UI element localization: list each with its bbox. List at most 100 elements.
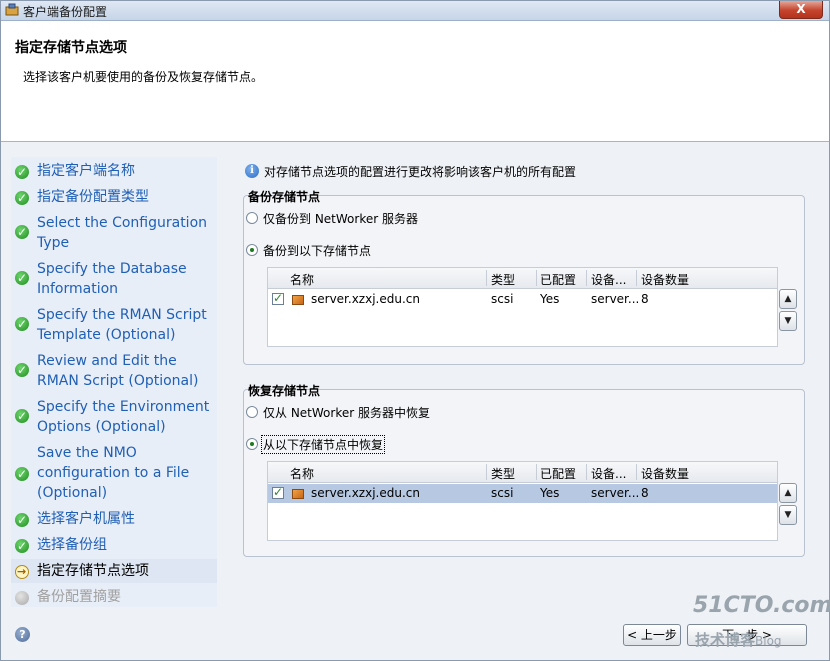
current-step-arrow-icon [15,562,29,582]
step-label: Save the NMO configuration to a File (Op… [37,445,190,501]
step-item-rman-template[interactable]: Specify the RMAN Script Template (Option… [11,305,217,347]
cell-device-count: 8 [641,486,649,500]
backup-server-only-radio[interactable] [246,212,258,224]
column-divider[interactable] [486,464,487,480]
table-row[interactable]: server.xzxj.edu.cn scsi Yes server... 8 [268,290,777,309]
storage-node-icon [292,489,304,499]
step-item-environment[interactable]: Specify the Environment Options (Optiona… [11,397,217,439]
column-header-type[interactable]: 类型 [491,271,515,288]
pending-step-icon [15,591,29,605]
storage-node-icon [292,295,304,305]
cell-configured: Yes [540,486,560,500]
recover-group-title: 恢复存储节点 [248,384,321,398]
row-checkbox[interactable] [272,291,284,305]
page-subtitle: 选择该客户机要使用的备份及恢复存储节点。 [23,70,264,84]
backup-move-up-button[interactable]: ▲ [779,289,797,309]
backup-following-radio[interactable] [246,244,258,256]
cell-name: server.xzxj.edu.cn [311,486,420,500]
recover-node-table: 名称 类型 已配置 设备... 设备数量 server.xzxj.edu.cn … [267,461,778,541]
step-label: 指定存储节点选项 [37,563,149,579]
step-item-configuration-type[interactable]: Select the Configuration Type [11,213,217,255]
help-icon[interactable]: ? [15,627,30,642]
backup-move-down-button[interactable]: ▼ [779,311,797,331]
row-checkbox[interactable] [272,485,284,499]
step-item-database-info[interactable]: Specify the Database Information [11,259,217,301]
recover-move-up-button[interactable]: ▲ [779,483,797,503]
page-title: 指定存储节点选项 [15,40,127,56]
app-icon [5,3,19,16]
check-icon [15,406,29,426]
table-header: 名称 类型 已配置 设备... 设备数量 [268,268,777,289]
cell-type: scsi [491,486,514,500]
info-icon: i [245,164,259,178]
check-icon [15,268,29,288]
cell-type: scsi [491,292,514,306]
step-item-client-name[interactable]: 指定客户端名称 [11,161,217,183]
wizard-header: 指定存储节点选项 选择该客户机要使用的备份及恢复存储节点。 [1,21,829,142]
step-label: 指定备份配置类型 [37,189,149,205]
title-bar[interactable]: 客户端备份配置 X [1,1,829,21]
column-header-configured[interactable]: 已配置 [540,465,576,482]
check-icon [15,162,29,182]
window-title: 客户端备份配置 [23,5,108,19]
recover-following-radio[interactable] [246,438,258,450]
column-divider[interactable] [486,270,487,286]
backup-following-label[interactable]: 备份到以下存储节点 [263,242,371,259]
column-header-type[interactable]: 类型 [491,465,515,482]
recover-server-only-radio[interactable] [246,406,258,418]
step-label: Select the Configuration Type [37,215,208,251]
column-divider[interactable] [536,270,537,286]
watermark-blog-text: 技术博客 [695,631,756,649]
step-label: 选择备份组 [37,537,107,553]
cell-device: server... [591,486,640,500]
step-item-backup-group[interactable]: 选择备份组 [11,535,217,557]
wizard-steps-nav: 指定客户端名称 指定备份配置类型 Select the Configuratio… [11,157,217,607]
step-label: 备份配置摘要 [37,589,121,605]
check-icon [15,510,29,530]
dialog-window: 客户端备份配置 X 指定存储节点选项 选择该客户机要使用的备份及恢复存储节点。 … [0,0,830,661]
recover-move-down-button[interactable]: ▼ [779,505,797,525]
step-label: 选择客户机属性 [37,511,135,527]
column-header-name[interactable]: 名称 [290,465,314,482]
column-divider[interactable] [636,270,637,286]
step-label: Specify the RMAN Script Template (Option… [37,307,207,343]
column-header-name[interactable]: 名称 [290,271,314,288]
column-divider[interactable] [536,464,537,480]
step-item-storage-node[interactable]: 指定存储节点选项 [11,559,217,583]
recover-following-label[interactable]: 从以下存储节点中恢复 [261,435,386,454]
close-button[interactable]: X [779,1,823,19]
step-label: Review and Edit the RMAN Script (Optiona… [37,353,199,389]
cell-device-count: 8 [641,292,649,306]
step-label: Specify the Environment Options (Optiona… [37,399,210,435]
check-icon [15,464,29,484]
column-header-device[interactable]: 设备... [591,465,626,482]
backup-node-table: 名称 类型 已配置 设备... 设备数量 server.xzxj.edu.cn … [267,267,778,347]
column-header-device[interactable]: 设备... [591,271,626,288]
check-icon [15,188,29,208]
column-divider[interactable] [586,270,587,286]
backup-server-only-label[interactable]: 仅备份到 NetWorker 服务器 [263,210,418,227]
check-icon [15,536,29,556]
cell-name: server.xzxj.edu.cn [311,292,420,306]
recover-server-only-label[interactable]: 仅从 NetWorker 服务器中恢复 [263,404,430,421]
step-label: 指定客户端名称 [37,163,135,179]
step-item-backup-type[interactable]: 指定备份配置类型 [11,187,217,209]
table-row[interactable]: server.xzxj.edu.cn scsi Yes server... 8 [268,484,777,503]
column-divider[interactable] [586,464,587,480]
cell-device: server... [591,292,640,306]
check-icon [15,314,29,334]
step-item-client-props[interactable]: 选择客户机属性 [11,509,217,531]
info-message: 对存储节点选项的配置进行更改将影响该客户机的所有配置 [264,165,577,179]
watermark-blog: 技术博客Blog [695,629,782,650]
watermark-blog-suffix: Blog [755,634,782,648]
column-header-device-count[interactable]: 设备数量 [641,465,689,482]
column-header-configured[interactable]: 已配置 [540,271,576,288]
table-header: 名称 类型 已配置 设备... 设备数量 [268,462,777,483]
column-divider[interactable] [636,464,637,480]
column-header-device-count[interactable]: 设备数量 [641,271,689,288]
check-icon [15,222,29,242]
step-item-rman-script[interactable]: Review and Edit the RMAN Script (Optiona… [11,351,217,393]
previous-button[interactable]: < 上一步 [623,624,681,646]
step-item-save-config[interactable]: Save the NMO configuration to a File (Op… [11,443,217,505]
check-icon [15,360,29,380]
